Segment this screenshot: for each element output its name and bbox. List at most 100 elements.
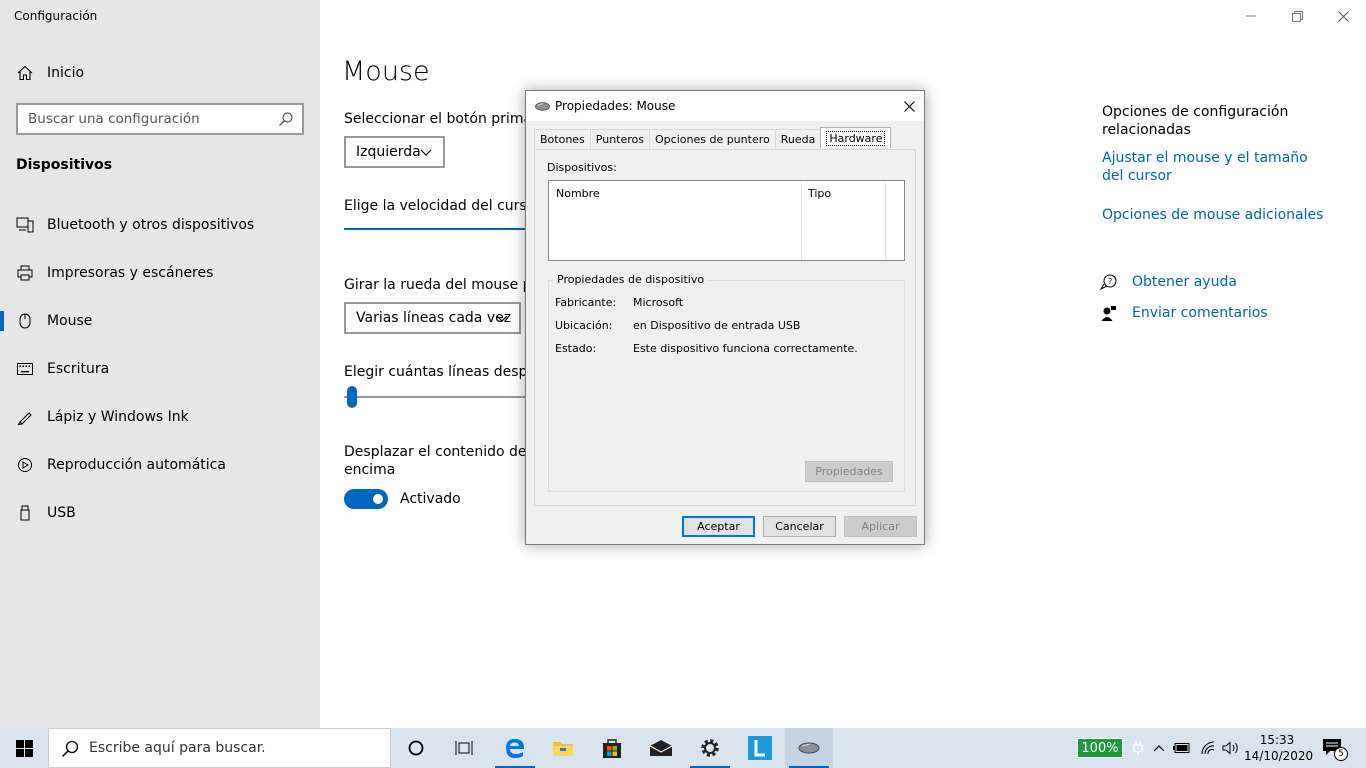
chevron-down-icon [419,145,433,163]
group-title: Propiedades de dispositivo [554,273,708,286]
toggle-state-label: Activado [400,491,461,507]
restore-button[interactable] [1274,0,1320,32]
help-chat-icon: ? [1100,273,1118,291]
mail-button[interactable] [637,728,685,768]
property-value: Este dispositivo funciona correctamente. [633,342,858,355]
column-header-name[interactable]: Nombre [556,187,600,200]
page-title: Mouse [342,56,430,87]
mouse-icon [16,312,34,330]
tab-hardware[interactable]: Hardware [820,127,892,148]
devices-list[interactable]: Nombre Tipo [548,180,905,261]
get-help-link[interactable]: ? Obtener ayuda [1100,273,1237,291]
wheel-dropdown[interactable]: Varias líneas cada vez [344,302,521,334]
cortana-icon [408,740,424,756]
related-settings: Opciones de configuración relacionadas A… [1102,103,1332,224]
property-key: Ubicación: [555,319,613,332]
restore-icon [1291,10,1303,22]
apply-button[interactable]: Aplicar [844,516,917,537]
power-plug-icon[interactable] [1129,739,1147,757]
cortana-button[interactable] [392,728,440,768]
sidebar-item-printers[interactable]: Impresoras y escáneres [0,253,320,293]
mail-icon [649,740,673,756]
battery-percentage-badge[interactable]: 100% [1077,738,1123,758]
sidebar-item-label: Impresoras y escáneres [47,265,214,281]
sidebar-item-label: Bluetooth y otros dispositivos [47,217,255,233]
wifi-icon[interactable] [1199,739,1217,757]
clock-time: 15:33 [1259,733,1295,747]
tab-label: Opciones de puntero [655,133,770,146]
windows-logo-icon [15,739,33,757]
chevron-up-icon[interactable] [1150,739,1168,757]
primary-button-label: Seleccionar el botón primario [344,111,551,127]
cancel-button[interactable]: Cancelar [763,516,836,537]
cursor-speed-slider[interactable] [344,228,534,230]
system-clock[interactable]: 15:33 14/10/2020 [1244,732,1314,764]
scroll-inactive-label-cont: encima [344,462,396,478]
scroll-inactive-toggle[interactable] [344,489,388,509]
property-value: Microsoft [633,296,684,309]
store-button[interactable] [588,728,636,768]
tab-botones[interactable]: Botones [534,129,591,149]
lines-slider-thumb[interactable] [347,386,357,408]
device-properties-button[interactable]: Propiedades [805,461,893,482]
mouse-properties-taskbar-button[interactable] [785,728,833,768]
edge-taskbar-button[interactable] [491,728,539,768]
pen-icon [16,408,34,426]
settings-search-field[interactable] [16,103,304,135]
dialog-tabs: Botones Punteros Opciones de puntero Rue… [534,127,892,149]
tab-opciones-puntero[interactable]: Opciones de puntero [649,129,776,149]
additional-mouse-options-link[interactable]: Opciones de mouse adicionales [1102,206,1332,224]
start-button[interactable] [0,728,48,768]
mouse-cursor-size-link[interactable]: Ajustar el mouse y el tamaño del cursor [1102,149,1332,185]
l-app-icon [748,736,772,760]
close-button[interactable] [1320,0,1366,32]
sidebar-item-autoplay[interactable]: Reproducción automática [0,445,320,485]
selected-indicator [0,311,4,331]
column-header-type[interactable]: Tipo [808,187,831,200]
tab-label: Botones [540,133,585,146]
property-value: en Dispositivo de entrada USB [633,319,801,332]
taskbar-search-box[interactable]: Escribe aquí para buscar. [48,728,391,768]
settings-search-input[interactable] [18,105,268,133]
sidebar-item-mouse[interactable]: Mouse [0,301,320,341]
sidebar-item-typing[interactable]: Escritura [0,349,320,389]
ok-button[interactable]: Aceptar [682,516,755,537]
task-view-button[interactable] [440,728,488,768]
task-view-icon [455,741,473,755]
folder-icon [553,742,573,756]
mouse-device-icon [798,742,820,754]
dropdown-value: Varias líneas cada vez [356,310,512,326]
volume-icon[interactable] [1222,739,1240,757]
battery-icon[interactable] [1173,739,1191,757]
sidebar-item-usb[interactable]: USB [0,493,320,533]
sidebar-item-label: Escritura [47,361,110,377]
hardware-tab-panel: Dispositivos: Nombre Tipo Propiedades de… [534,149,916,506]
gear-icon [701,739,719,757]
minimize-button[interactable] [1228,0,1274,32]
settings-taskbar-button[interactable] [686,728,734,768]
cursor-speed-label: Elige la velocidad del cursor [344,198,542,214]
sidebar-item-label: USB [47,505,76,521]
l-app-button[interactable] [736,728,784,768]
search-icon[interactable] [278,111,294,131]
bluetooth-devices-icon [16,216,34,234]
mouse-properties-dialog: Propiedades: Mouse Botones Punteros Opci… [525,90,925,545]
primary-button-dropdown[interactable]: Izquierda [344,136,445,168]
tab-punteros[interactable]: Punteros [589,129,651,149]
lines-slider-track[interactable] [344,396,534,398]
sidebar-item-pen[interactable]: Lápiz y Windows Ink [0,397,320,437]
sidebar-item-bluetooth[interactable]: Bluetooth y otros dispositivos [0,205,320,245]
file-explorer-button[interactable] [539,728,587,768]
dialog-close-button[interactable] [900,97,918,115]
tab-label: Punteros [595,133,645,146]
tab-rueda[interactable]: Rueda [774,129,822,149]
send-feedback-link[interactable]: Enviar comentarios [1100,304,1268,322]
column-separator [885,181,886,260]
clock-date: 14/10/2020 [1244,749,1314,763]
scroll-inactive-label: Desplazar el contenido de Wi [344,444,549,460]
app-title: Configuración [14,9,98,23]
sidebar-item-label: Inicio [47,65,85,81]
notification-count-badge: 5 [1334,747,1348,761]
dialog-titlebar[interactable]: Propiedades: Mouse [526,91,924,121]
sidebar-item-home[interactable]: Inicio [0,53,320,93]
